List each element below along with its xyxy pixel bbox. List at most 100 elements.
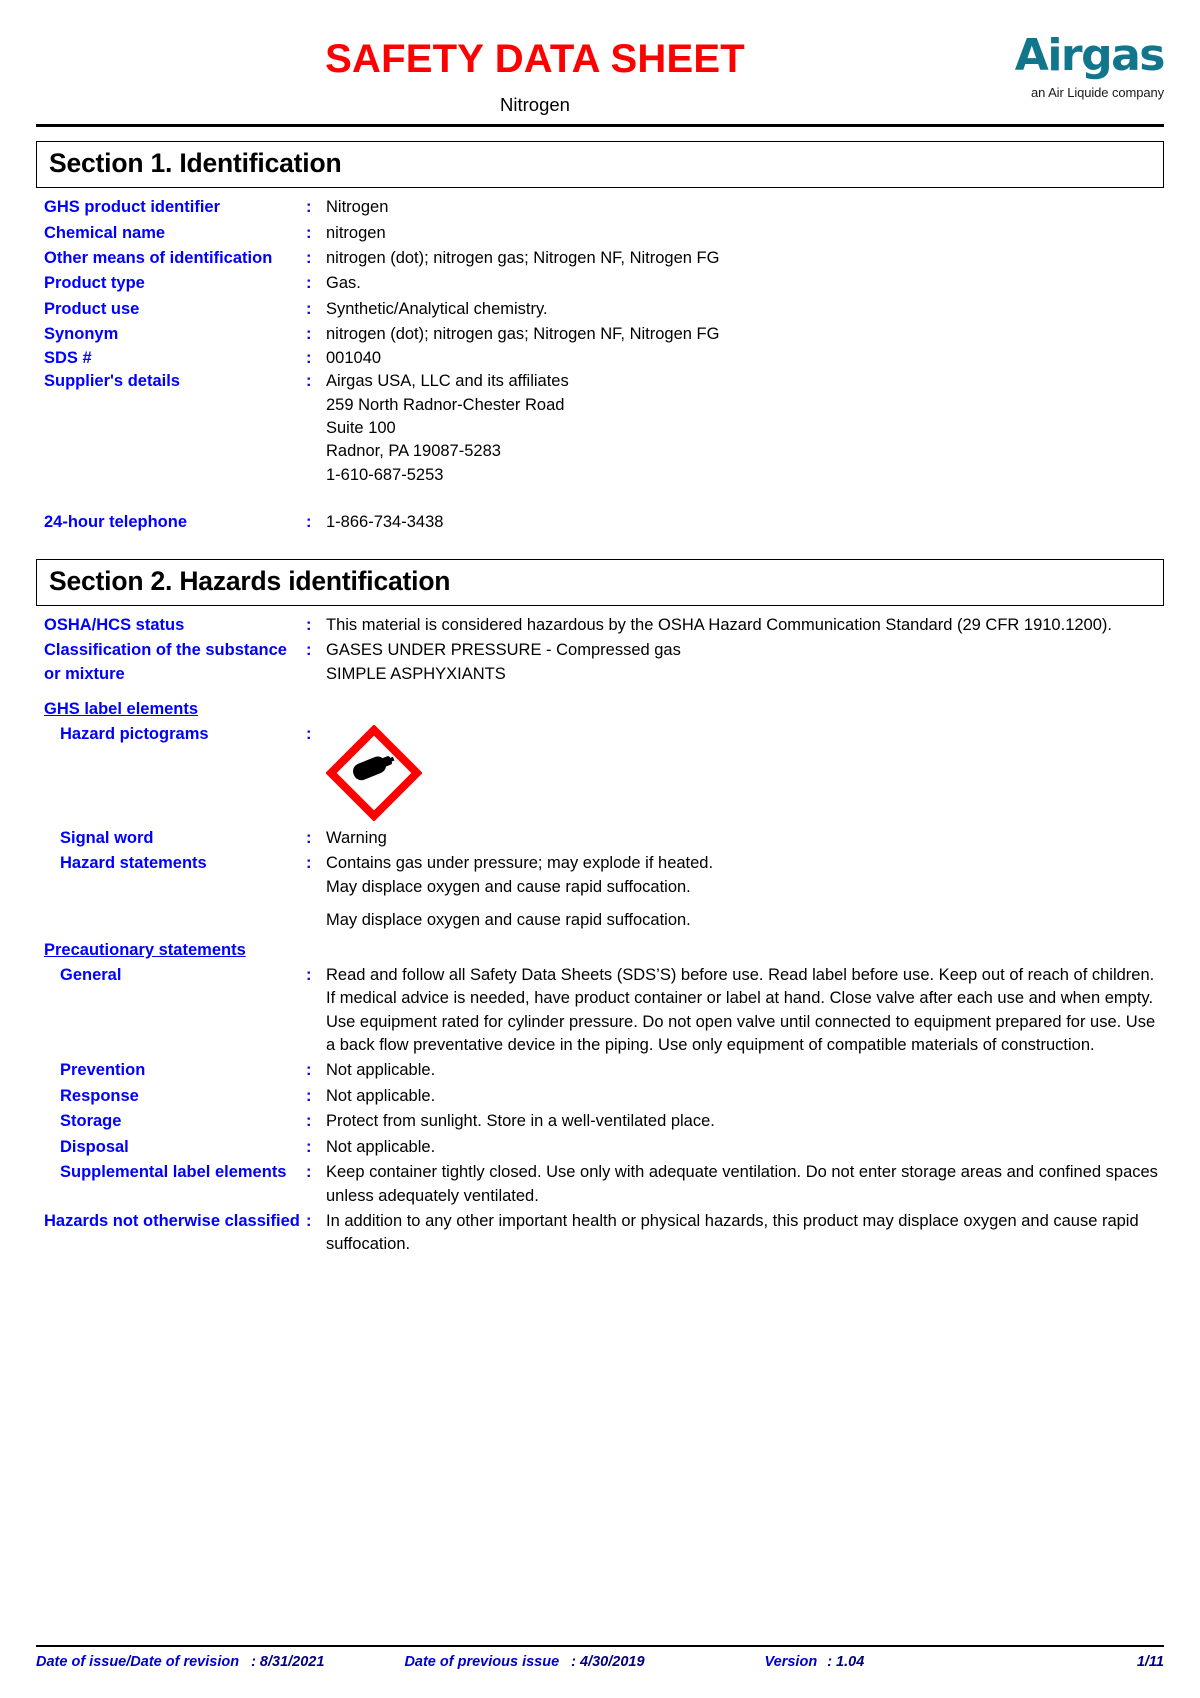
field-colon: : [306, 1163, 312, 1182]
footer-version-value: : 1.04 [827, 1654, 865, 1670]
airgas-logo-wordmark: Airgas [1014, 30, 1166, 81]
gas-cylinder-pictogram-icon [326, 725, 422, 822]
field-colon: : [306, 829, 312, 848]
airgas-logo-tagline: an Air Liquide company [1031, 85, 1164, 100]
field-colon: : [306, 615, 312, 634]
field-value: Read and follow all Safety Data Sheets (… [326, 965, 1156, 1054]
field-label: Product use [44, 299, 140, 318]
field-label: Other means of identification [44, 248, 273, 267]
field-precautionary-storage: Storage : Protect from sunlight. Store i… [36, 1110, 1164, 1133]
field-label: Classification of the substance or mixtu… [44, 641, 287, 683]
field-colon: : [306, 1061, 312, 1080]
field-label: Hazard statements [60, 854, 207, 873]
footer-previous-issue-value: : 4/30/2019 [571, 1654, 645, 1670]
field-value: Nitrogen [326, 198, 389, 217]
field-label: 24-hour telephone [44, 513, 188, 532]
footer-page-number: 1/11 [1136, 1654, 1164, 1670]
field-label: SDS # [44, 348, 92, 367]
field-precautionary-response: Response : Not applicable. [36, 1085, 1164, 1108]
supplier-line: 1-610-687-5253 [326, 465, 444, 484]
field-value: Not applicable. [326, 1086, 436, 1105]
footer-divider [36, 1645, 1164, 1647]
field-colon: : [306, 223, 312, 242]
field-label: Prevention [60, 1061, 146, 1080]
field-label: Supplier's details [44, 372, 180, 391]
field-colon: : [306, 198, 312, 217]
field-label: Chemical name [44, 223, 166, 242]
field-label: Supplemental label elements [60, 1163, 287, 1182]
field-value: Gas. [326, 274, 361, 293]
header-divider [36, 124, 1164, 127]
field-colon: : [306, 1211, 312, 1230]
section-2-heading: Section 2. Hazards identification [49, 565, 451, 596]
field-colon: : [306, 725, 312, 744]
field-value: GASES UNDER PRESSURE - Compressed gas SI… [326, 639, 1164, 686]
hazard-statement-line: Contains gas under pressure; may explode… [326, 854, 714, 873]
field-value: 001040 [326, 348, 382, 367]
hazard-statement-extra: May displace oxygen and cause rapid suff… [326, 911, 691, 930]
field-colon: : [306, 1112, 312, 1131]
field-value: nitrogen [326, 223, 386, 242]
field-signal-word: Signal word : Warning [36, 827, 1164, 850]
field-colon: : [306, 348, 312, 367]
field-other-means-of-identification: Other means of identification : nitrogen… [36, 247, 1164, 270]
field-label: Product type [44, 274, 145, 293]
field-colon: : [306, 965, 312, 984]
footer-previous-issue-label: Date of previous issue [404, 1654, 560, 1670]
field-label: Signal word [60, 829, 154, 848]
field-classification: Classification of the substance or mixtu… [36, 639, 1164, 686]
field-chemical-name: Chemical name : nitrogen [36, 222, 1164, 245]
precautionary-statements-heading: Precautionary statements [44, 940, 246, 959]
field-ghs-product-identifier: GHS product identifier : Nitrogen [36, 196, 1164, 219]
footer-issue-label: Date of issue/Date of revision [36, 1654, 240, 1670]
airgas-logo: Airgas an Air Liquide company [964, 30, 1166, 101]
field-value: This material is considered hazardous by… [326, 615, 1112, 634]
field-hazard-pictograms: Hazard pictograms : [36, 723, 1164, 822]
field-product-type: Product type : Gas. [36, 272, 1164, 295]
field-value: Warning [326, 829, 387, 848]
field-value: nitrogen (dot); nitrogen gas; Nitrogen N… [326, 325, 720, 344]
supplier-line: Airgas USA, LLC and its affiliates [326, 372, 569, 391]
field-value [326, 723, 1164, 822]
field-precautionary-disposal: Disposal : Not applicable. [36, 1136, 1164, 1159]
field-suppliers-details: Supplier's details : Airgas USA, LLC and… [36, 370, 1164, 487]
field-label: Storage [60, 1112, 122, 1131]
field-colon: : [306, 641, 312, 660]
field-colon: : [306, 854, 312, 873]
field-colon: : [306, 248, 312, 267]
field-precautionary-general: General : Read and follow all Safety Dat… [36, 964, 1164, 1058]
supplier-line: Suite 100 [326, 418, 396, 437]
field-label: Hazards not otherwise classified [44, 1211, 300, 1230]
ghs-label-elements-heading: GHS label elements [44, 700, 199, 719]
footer-version-label: Version [764, 1654, 818, 1670]
field-value: Synthetic/Analytical chemistry. [326, 299, 548, 318]
field-label: General [60, 965, 122, 984]
field-label: Response [60, 1086, 139, 1105]
sds-page: SAFETY DATA SHEET Nitrogen Airgas an Air… [0, 0, 1200, 1698]
field-colon: : [306, 274, 312, 293]
field-sds-number: SDS # : 001040 [36, 347, 1164, 370]
field-colon: : [306, 325, 312, 344]
field-colon: : [306, 1137, 312, 1156]
field-precautionary-prevention: Prevention : Not applicable. [36, 1059, 1164, 1082]
field-label: Disposal [60, 1137, 129, 1156]
field-hazards-not-otherwise-classified: Hazards not otherwise classified : In ad… [36, 1210, 1164, 1257]
hazard-statement-line: May displace oxygen and cause rapid suff… [326, 877, 691, 896]
section-2-fields: OSHA/HCS status : This material is consi… [36, 614, 1164, 1257]
supplier-line: Radnor, PA 19087-5283 [326, 442, 501, 461]
field-supplemental-label-elements: Supplemental label elements : Keep conta… [36, 1161, 1164, 1208]
field-value: Protect from sunlight. Store in a well-v… [326, 1112, 715, 1131]
field-label: Hazard pictograms [60, 725, 209, 744]
section-1-fields: GHS product identifier : Nitrogen Chemic… [36, 196, 1164, 534]
field-value: Not applicable. [326, 1137, 436, 1156]
field-value: In addition to any other important healt… [326, 1211, 1139, 1254]
page-footer: Date of issue/Date of revision : 8/31/20… [36, 1645, 1164, 1670]
footer-meta-line: Date of issue/Date of revision : 8/31/20… [36, 1654, 1164, 1670]
footer-issue-value: : 8/31/2021 [251, 1654, 325, 1670]
field-colon: : [306, 372, 312, 391]
field-label: Synonym [44, 325, 119, 344]
classification-line: SIMPLE ASPHYXIANTS [326, 664, 506, 683]
field-synonym: Synonym : nitrogen (dot); nitrogen gas; … [36, 323, 1164, 346]
section-1-header: Section 1. Identification [36, 141, 1164, 189]
field-value: Contains gas under pressure; may explode… [326, 852, 1164, 932]
